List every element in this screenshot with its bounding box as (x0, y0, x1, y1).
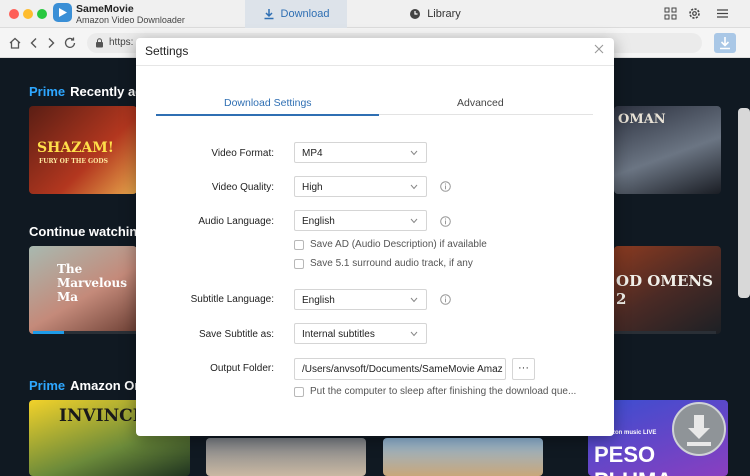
tab-download-label: Download (280, 8, 330, 20)
save-51-checkbox[interactable] (294, 259, 304, 269)
maximize-window-button[interactable] (37, 9, 47, 19)
video-quality-label: Video Quality: (211, 182, 274, 193)
back-icon[interactable] (27, 36, 41, 50)
tab-library-label: Library (427, 8, 461, 20)
audio-language-select[interactable]: English (294, 210, 427, 231)
output-folder-label: Output Folder: (210, 363, 274, 374)
tab-advanced[interactable]: Advanced (457, 97, 504, 109)
browse-folder-button[interactable]: ··· (512, 358, 535, 380)
app-name: SameMovie (76, 3, 134, 15)
close-icon[interactable] (594, 44, 604, 54)
thumbnail-good-omens[interactable]: OD OMENS 2 (614, 246, 721, 334)
url-text: https: (109, 37, 134, 48)
save-51-label: Save 5.1 surround audio track, if any (310, 258, 473, 269)
lock-icon (96, 38, 103, 48)
thumbnail-original-3[interactable] (383, 438, 543, 476)
forward-icon[interactable] (44, 36, 58, 50)
refresh-icon[interactable] (63, 36, 77, 50)
grid-icon[interactable] (663, 6, 678, 21)
download-icon (720, 37, 730, 50)
tab-library[interactable]: Library (380, 0, 490, 28)
chevron-down-icon (410, 184, 418, 190)
floating-download-button[interactable] (672, 402, 726, 456)
sleep-checkbox[interactable] (294, 387, 304, 397)
download-icon (264, 9, 274, 20)
chevron-down-icon (410, 150, 418, 156)
chevron-down-icon (410, 297, 418, 303)
video-format-select[interactable]: MP4 (294, 142, 427, 163)
minimize-window-button[interactable] (23, 9, 33, 19)
divider (136, 65, 614, 66)
row-title-recently-added: Prime Recently ad (29, 84, 144, 99)
settings-dialog: Settings Download Settings Advanced Vide… (136, 38, 614, 436)
row-title-amazon-originals: Prime Amazon Or (29, 378, 140, 393)
watch-progress-bar (614, 331, 716, 334)
sleep-label: Put the computer to sleep after finishin… (310, 386, 577, 397)
download-panel-button[interactable] (714, 33, 736, 53)
save-subtitle-label: Save Subtitle as: (198, 329, 274, 340)
audio-language-label: Audio Language: (198, 216, 274, 227)
download-icon (687, 415, 711, 446)
output-folder-field[interactable]: /Users/anvsoft/Documents/SameMovie Amaz (294, 358, 506, 380)
info-icon[interactable] (440, 294, 451, 305)
video-quality-select[interactable]: High (294, 176, 427, 197)
app-logo-icon (53, 3, 72, 22)
scrollbar[interactable] (738, 108, 750, 298)
subtitle-language-label: Subtitle Language: (190, 294, 274, 305)
video-format-label: Video Format: (211, 148, 274, 159)
info-icon[interactable] (440, 181, 451, 192)
thumbnail-marvelous-mrs-maisel[interactable]: The Marvelous Ma (29, 246, 137, 334)
save-ad-checkbox[interactable] (294, 240, 304, 250)
chevron-down-icon (410, 331, 418, 337)
close-window-button[interactable] (9, 9, 19, 19)
tab-download[interactable]: Download (245, 0, 347, 28)
save-ad-label: Save AD (Audio Description) if available (310, 239, 487, 250)
active-tab-indicator (156, 114, 379, 116)
home-icon[interactable] (8, 36, 22, 50)
title-bar: SameMovie Amazon Video Downloader Downlo… (0, 0, 750, 28)
thumbnail-catwoman[interactable]: OMAN (614, 106, 721, 194)
info-icon[interactable] (440, 216, 451, 227)
clock-icon (410, 9, 421, 19)
menu-icon[interactable] (715, 6, 730, 21)
app-subtitle: Amazon Video Downloader (76, 15, 185, 25)
gear-icon[interactable] (687, 6, 702, 21)
save-subtitle-select[interactable]: Internal subtitles (294, 323, 427, 344)
chevron-down-icon (410, 218, 418, 224)
thumbnail-original-2[interactable] (206, 438, 366, 476)
dialog-title: Settings (145, 44, 189, 58)
tab-download-settings[interactable]: Download Settings (224, 97, 312, 109)
subtitle-language-select[interactable]: English (294, 289, 427, 310)
